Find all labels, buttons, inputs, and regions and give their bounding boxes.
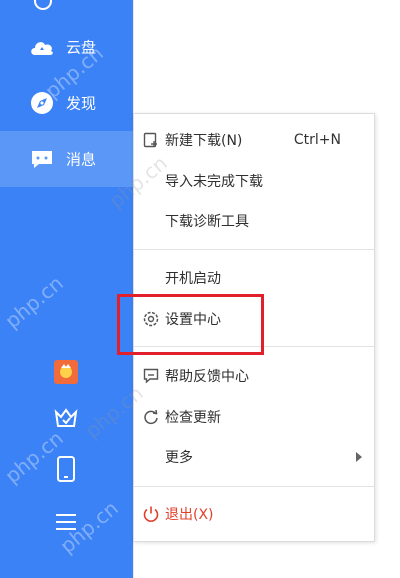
menu-item-label: 帮助反馈中心 — [165, 369, 249, 385]
menu-item-new-download[interactable]: 新建下载(N) Ctrl+N — [134, 120, 374, 160]
avatar-icon[interactable] — [34, 0, 52, 10]
new-download-icon — [142, 131, 160, 149]
menu-item-label: 退出(X) — [165, 507, 214, 523]
sidebar-item-label: 云盘 — [66, 38, 97, 57]
menu-item-label: 开机启动 — [165, 271, 221, 287]
menu-item-diagnose[interactable]: 下载诊断工具 — [134, 201, 374, 241]
power-icon — [142, 505, 160, 523]
refresh-icon — [142, 408, 160, 426]
submenu-arrow-icon — [356, 452, 362, 462]
menu-item-autostart[interactable]: 开机启动 — [134, 258, 374, 298]
menu-icon[interactable] — [52, 508, 80, 536]
menu-item-label: 下载诊断工具 — [165, 214, 249, 230]
message-icon — [29, 146, 55, 172]
sidebar: 云盘 发现 消息 — [0, 0, 133, 578]
sidebar-item-label: 消息 — [66, 150, 97, 169]
menu-item-check-update[interactable]: 检查更新 — [134, 397, 374, 437]
feedback-icon — [142, 367, 160, 385]
sidebar-item-cloud[interactable]: 云盘 — [0, 19, 133, 75]
menu-item-label: 导入未完成下载 — [165, 174, 263, 190]
crown-icon[interactable] — [52, 404, 80, 432]
menu-separator — [134, 486, 374, 487]
menu-item-help-feedback[interactable]: 帮助反馈中心 — [134, 356, 374, 396]
sidebar-item-message[interactable]: 消息 — [0, 131, 133, 187]
highlight-box — [117, 294, 264, 355]
compass-icon — [29, 90, 55, 116]
menu-item-label: 新建下载(N) — [165, 133, 243, 149]
sidebar-item-label: 发现 — [66, 94, 97, 113]
menu-item-import-unfinished[interactable]: 导入未完成下载 — [134, 161, 374, 201]
menu-separator — [134, 249, 374, 250]
shortcut-label: Ctrl+N — [293, 132, 341, 148]
gift-icon[interactable] — [52, 358, 80, 386]
phone-icon[interactable] — [52, 455, 80, 483]
menu-item-label: 更多 — [165, 450, 193, 466]
menu-item-more[interactable]: 更多 — [134, 437, 374, 477]
sidebar-item-discover[interactable]: 发现 — [0, 75, 133, 131]
menu-item-label: 检查更新 — [165, 410, 221, 426]
menu-item-exit[interactable]: 退出(X) — [134, 494, 374, 534]
cloud-icon — [29, 34, 55, 60]
